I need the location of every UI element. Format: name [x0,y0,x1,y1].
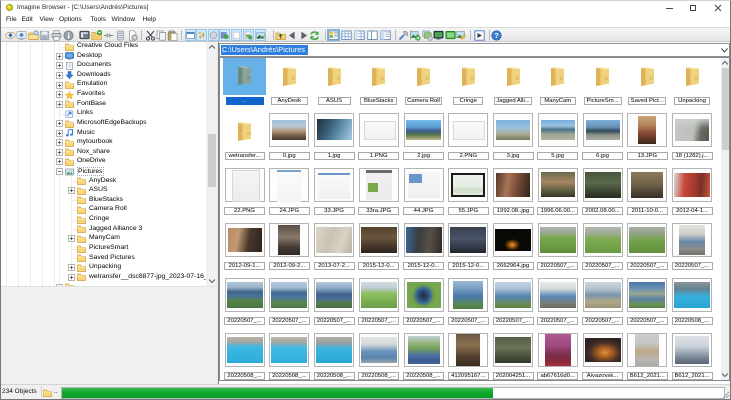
svg-text:?: ? [494,31,499,40]
